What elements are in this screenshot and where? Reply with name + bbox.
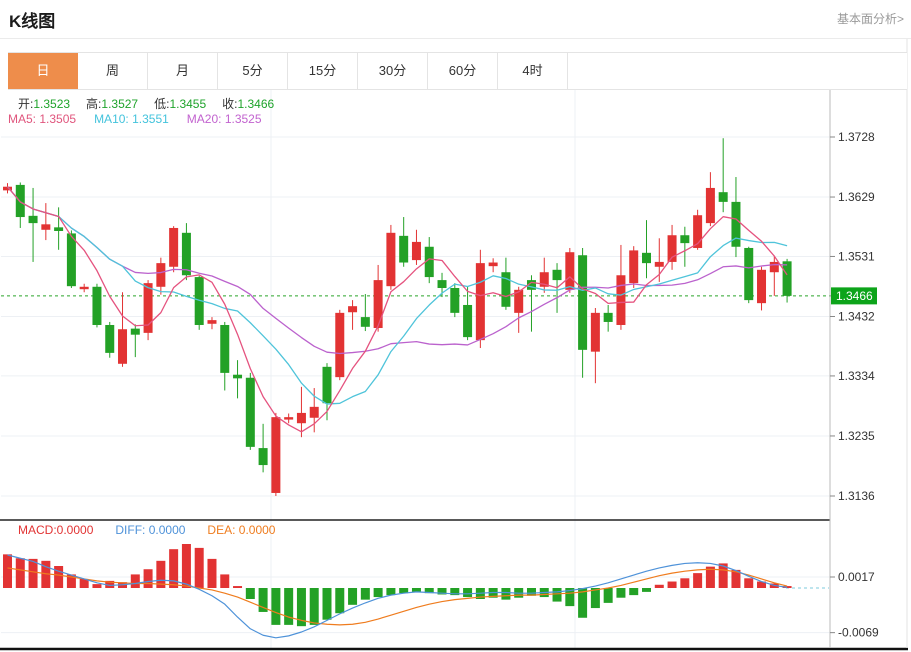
- svg-text:1.3629: 1.3629: [838, 190, 875, 204]
- tab-day[interactable]: 日: [8, 53, 78, 89]
- close-readout: 收:1.3466: [222, 95, 274, 112]
- svg-text:-0.0069: -0.0069: [838, 626, 879, 640]
- macd-readout: MACD:0.0000 DIFF: 0.0000 DEA: 0.0000: [18, 523, 275, 537]
- dea-value-readout: DEA: 0.0000: [207, 523, 275, 537]
- tab-60min[interactable]: 60分: [428, 53, 498, 89]
- tab-15min[interactable]: 15分: [288, 53, 358, 89]
- diff-line: [8, 555, 788, 638]
- high-readout: 高:1.3527: [86, 95, 138, 112]
- diff-value-readout: DIFF: 0.0000: [115, 523, 185, 537]
- ma5-line: [8, 187, 788, 432]
- svg-text:1.3235: 1.3235: [838, 429, 875, 443]
- svg-text:1.3466: 1.3466: [836, 289, 873, 303]
- svg-text:1.3728: 1.3728: [838, 130, 875, 144]
- open-readout: 开:1.3523: [18, 95, 70, 112]
- macd-value-readout: MACD:0.0000: [18, 523, 93, 537]
- ohlc-readout: 开:1.3523 高:1.3527 低:1.3455 收:1.3466: [18, 95, 274, 112]
- ma10-readout: MA10: 1.3551: [94, 112, 169, 126]
- interval-tabbar: 日 周 月 5分 15分 30分 60分 4时: [8, 52, 907, 90]
- low-readout: 低:1.3455: [154, 95, 206, 112]
- candles: [3, 138, 792, 496]
- ma5-readout: MA5: 1.3505: [8, 112, 76, 126]
- ma-readout: MA5: 1.3505 MA10: 1.3551 MA20: 1.3525: [8, 112, 262, 126]
- grid-lines: [1, 90, 830, 648]
- header-divider: [0, 38, 911, 39]
- dea-line: [8, 568, 788, 625]
- svg-text:1.3334: 1.3334: [838, 369, 875, 383]
- tab-month[interactable]: 月: [148, 53, 218, 89]
- tab-week[interactable]: 周: [78, 53, 148, 89]
- svg-text:1.3531: 1.3531: [838, 249, 875, 263]
- price-axis-labels: 1.3728 1.3629 1.3531 1.3432 1.3334 1.3235 1.31…: [830, 130, 879, 640]
- ma20-readout: MA20: 1.3525: [187, 112, 262, 126]
- fundamental-analysis-link[interactable]: 基本面分析>: [837, 10, 904, 27]
- tab-4hour[interactable]: 4时: [498, 53, 568, 89]
- svg-text:1.3432: 1.3432: [838, 309, 875, 323]
- svg-text:1.3136: 1.3136: [838, 489, 875, 503]
- page-header: K线图 基本面分析>: [0, 0, 911, 38]
- ma20-line: [8, 187, 788, 354]
- page-title: K线图: [9, 7, 55, 32]
- tab-5min[interactable]: 5分: [218, 53, 288, 89]
- tab-30min[interactable]: 30分: [358, 53, 428, 89]
- current-price-badge: 1.3466: [831, 287, 877, 304]
- tabbar-filler: [568, 53, 907, 89]
- svg-text:0.0017: 0.0017: [838, 570, 875, 584]
